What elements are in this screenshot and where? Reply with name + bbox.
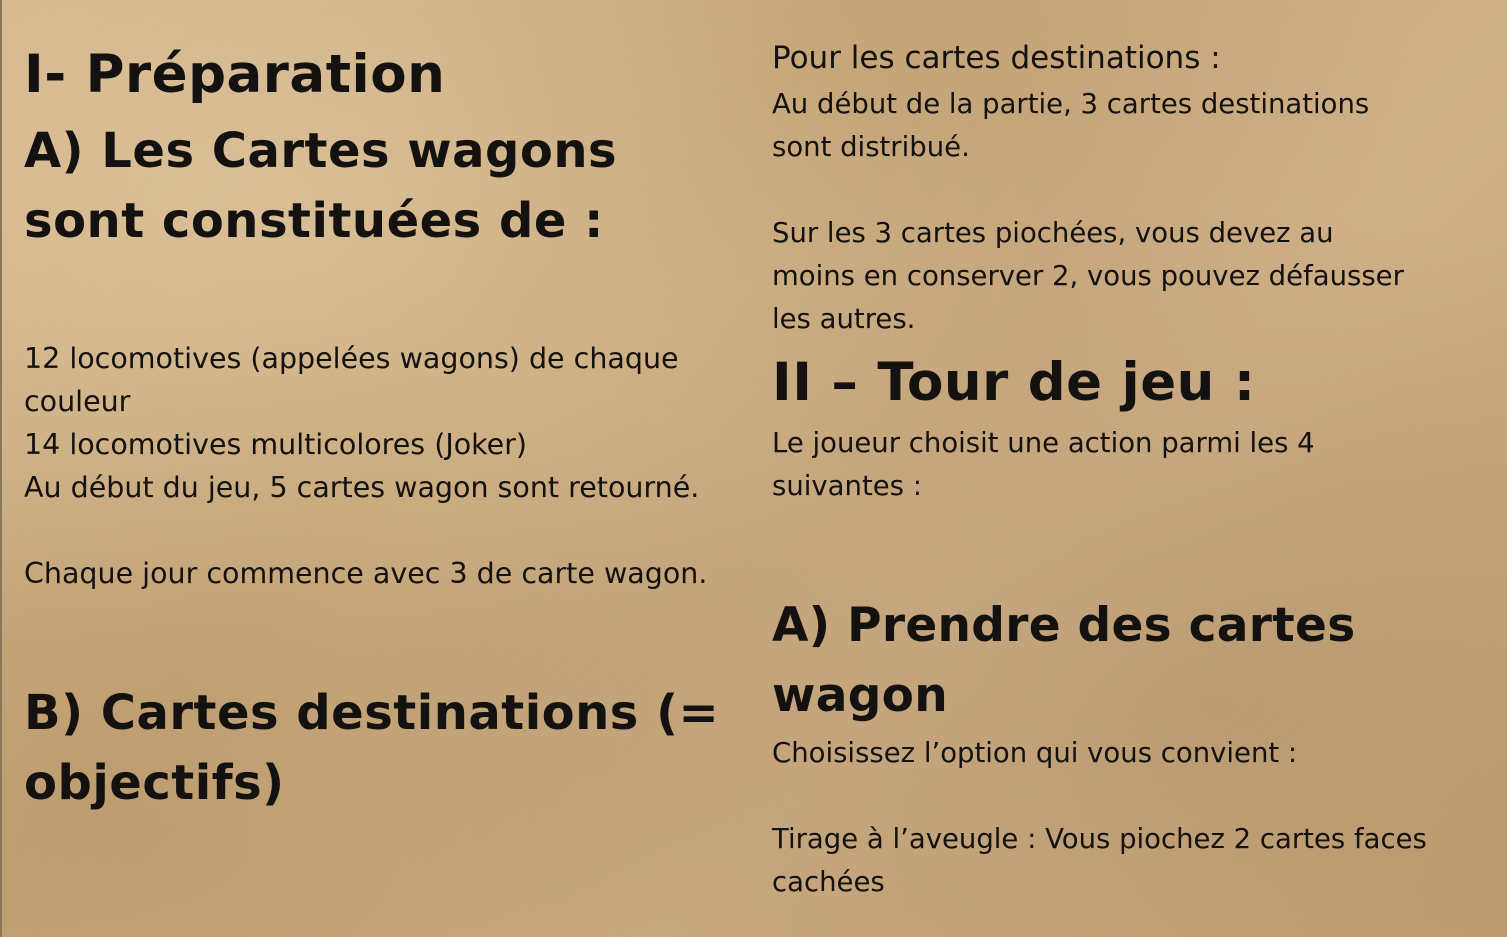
cartes-wagons-description: 12 locomotives (appelées wagons) de chaq… xyxy=(24,342,708,590)
destinations-label: Pour les cartes destinations : xyxy=(772,40,1221,76)
tour-de-jeu-description: Le joueur choisit une action parmi les 4… xyxy=(772,427,1315,502)
prendre-cartes-description: Choisissez l’option qui vous convient : … xyxy=(772,737,1427,898)
heading-cartes-wagons: A) Les Cartes wagons sont constituées de… xyxy=(24,123,618,249)
heading-tour-de-jeu: II – Tour de jeu : xyxy=(772,352,1256,413)
heading-cartes-destinations: B) Cartes destinations (= objectifs) xyxy=(24,685,720,811)
destinations-description: Au début de la partie, 3 cartes destinat… xyxy=(772,88,1404,335)
heading-prendre-cartes-wagon: A) Prendre des cartes wagon xyxy=(772,598,1356,723)
section-title-preparation: I- Préparation xyxy=(24,44,446,105)
page-edge xyxy=(0,0,2,937)
